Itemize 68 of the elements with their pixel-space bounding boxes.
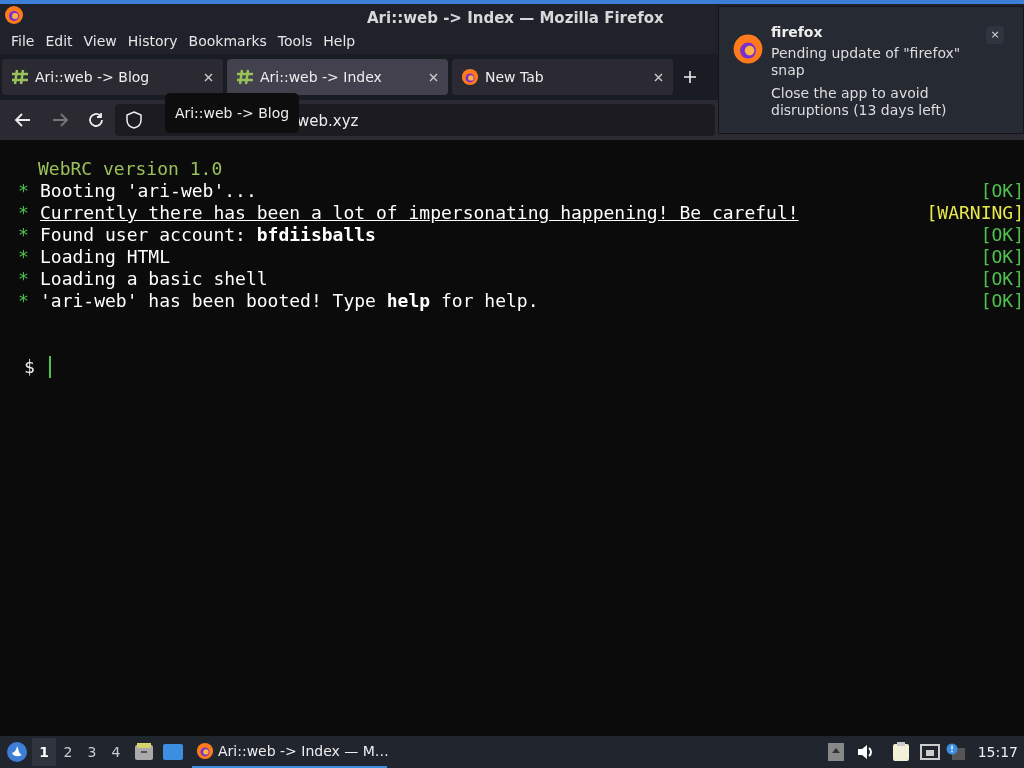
terminal-line: Loading HTML <box>40 246 171 268</box>
network-icon[interactable] <box>919 744 940 760</box>
status-text: [OK] <box>980 290 1024 312</box>
tooltip: Ari::web -> Blog <box>165 93 299 133</box>
status-text: [OK] <box>980 224 1024 246</box>
firefox-icon <box>4 5 24 25</box>
tab[interactable]: Ari::web -> Blog <box>2 59 223 95</box>
menu-item[interactable]: Edit <box>40 29 78 53</box>
workspace-button[interactable]: 2 <box>56 738 80 766</box>
menu-item[interactable]: View <box>78 29 122 53</box>
taskbar-button[interactable]: Ari::web -> Index — M… <box>192 736 387 768</box>
notification-icon[interactable] <box>945 743 966 761</box>
clipboard-icon[interactable] <box>891 742 910 762</box>
tab[interactable]: Ari::web -> Index <box>227 59 448 95</box>
clock: 15:17 <box>977 742 1018 762</box>
bullet-text: * <box>18 224 30 246</box>
workspace-button[interactable]: 1 <box>32 738 56 766</box>
bullet-text: * <box>18 202 30 224</box>
status-text: [OK] <box>980 246 1024 268</box>
menu-item[interactable]: History <box>122 29 183 53</box>
tab[interactable]: New Tab <box>452 59 673 95</box>
notification-title: firefox <box>771 23 823 42</box>
menu-item[interactable]: File <box>6 29 40 53</box>
terminal-line: Currently there has been a lot of impersonating happening! Be careful! <box>40 202 799 224</box>
terminal-header: WebRC version 1.0 <box>37 158 223 180</box>
close-icon[interactable] <box>654 73 663 82</box>
menu-item[interactable]: Tools <box>272 29 318 53</box>
window-title: Ari::web -> Index — Mozilla Firefox <box>367 8 664 29</box>
terminal-line: Loading a basic shell <box>40 268 268 290</box>
bullet-text: * <box>18 268 30 290</box>
start-menu-icon[interactable] <box>6 741 28 763</box>
status-text: [OK] <box>980 180 1024 202</box>
tab-label: Ari::web -> Blog <box>35 67 150 87</box>
menu-item[interactable]: Bookmarks <box>183 29 272 53</box>
bullet-text: * <box>18 246 30 268</box>
forward-icon[interactable] <box>51 111 69 129</box>
firefox-icon <box>461 68 479 86</box>
hash-icon <box>236 69 254 85</box>
volume-icon[interactable] <box>855 743 874 761</box>
workspace-button[interactable]: 3 <box>80 738 104 766</box>
bullet-text: * <box>18 290 30 312</box>
firefox-icon <box>196 742 214 760</box>
new-tab-icon[interactable] <box>683 70 697 84</box>
close-icon[interactable] <box>204 73 213 82</box>
close-icon[interactable] <box>429 73 438 82</box>
workspace-button[interactable]: 4 <box>104 738 128 766</box>
menu-item[interactable]: Help <box>318 29 361 53</box>
url-text: web.xyz <box>297 111 359 132</box>
window-icon[interactable] <box>162 743 184 761</box>
text-cursor <box>48 356 51 378</box>
bullet-text: * <box>18 180 30 202</box>
notification-message: Pending update of "firefox" snap <box>771 45 962 79</box>
hash-icon <box>11 69 29 85</box>
status-text: [OK] <box>980 268 1024 290</box>
firefox-icon <box>732 33 764 65</box>
terminal-line: Found user account: bfdiisballs <box>40 224 376 246</box>
tab-label: Ari::web -> Index <box>260 67 382 87</box>
close-button[interactable]: × <box>986 26 1004 44</box>
terminal-line: 'ari-web' has been booted! Type help for help. <box>40 290 539 312</box>
notification-detail: Close the app to avoid disruptions (13 days left) <box>771 85 948 119</box>
file-manager-icon[interactable] <box>134 742 154 762</box>
shield-icon <box>125 111 143 129</box>
prompt-text: $ <box>24 356 35 378</box>
reload-icon[interactable] <box>87 111 105 129</box>
status-text: [WARNING] <box>926 202 1024 224</box>
terminal-line: Booting 'ari-web'... <box>40 180 257 202</box>
tab-label: New Tab <box>485 67 544 87</box>
back-icon[interactable] <box>14 111 32 129</box>
